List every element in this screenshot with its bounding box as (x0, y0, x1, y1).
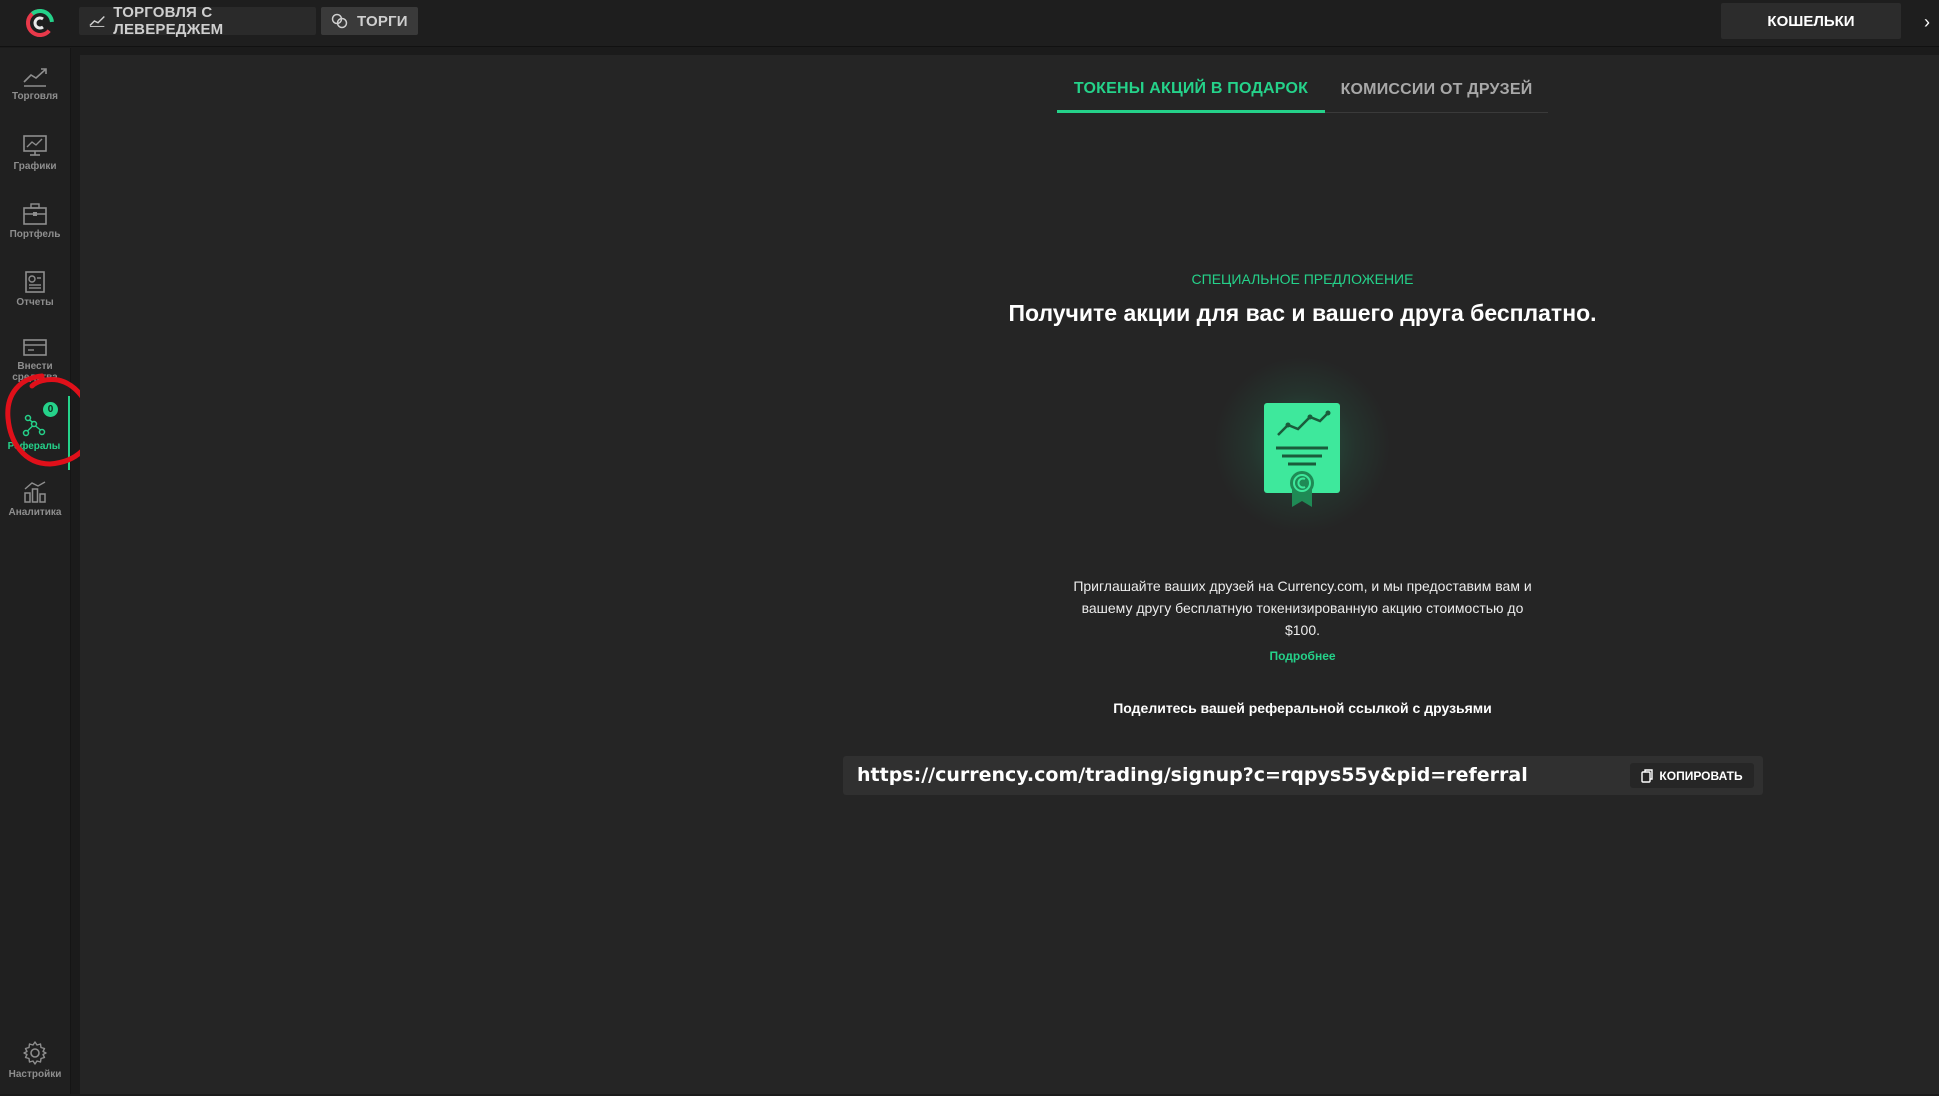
offer-description: Приглашайте ваших друзей на Currency.com… (1073, 578, 1532, 638)
wallets-button[interactable]: КОШЕЛЬКИ (1721, 3, 1901, 39)
learn-more-link[interactable]: Подробнее (1210, 649, 1395, 663)
charts-icon (23, 135, 47, 156)
sidebar-item-referrals[interactable]: 0 Рефералы (0, 396, 70, 470)
sidebar-item-label: Портфель (9, 229, 61, 240)
gear-icon (23, 1041, 47, 1065)
tab-trades[interactable]: ТОРГИ (321, 7, 418, 35)
tab-stock-tokens[interactable]: ТОКЕНЫ АКЦИЙ В ПОДАРОК (1057, 67, 1325, 113)
sidebar-item-label: Настройки (8, 1069, 62, 1080)
sidebar-item-charts[interactable]: Графики (0, 126, 70, 190)
sidebar-item-reports[interactable]: Отчеты (0, 262, 70, 326)
sidebar-item-label: Графики (13, 161, 57, 172)
sidebar-item-label: Рефералы (7, 441, 61, 452)
trend-line-icon (89, 15, 105, 27)
sidebar-item-trading[interactable]: Торговля (0, 58, 70, 122)
sidebar-item-label: Аналитика (8, 507, 62, 518)
certificate-illustration (1214, 357, 1390, 533)
sidebar-item-settings[interactable]: Настройки (0, 1032, 70, 1096)
sidebar-item-label: Внести средства (12, 361, 58, 383)
tab-friend-commissions[interactable]: КОМИССИИ ОТ ДРУЗЕЙ (1325, 67, 1548, 113)
currency-com-logo[interactable] (24, 7, 56, 39)
chevron-right-icon[interactable]: › (1917, 8, 1937, 36)
main-panel (80, 55, 1939, 1094)
top-bar: ТОРГОВЛЯ С ЛЕВЕРЕДЖЕМ ТОРГИ КОШЕЛЬКИ › (0, 0, 1939, 47)
sidebar-item-deposit[interactable]: Внести средства (0, 328, 70, 392)
copy-button-label: КОПИРОВАТЬ (1659, 768, 1743, 783)
special-offer-label: СПЕЦИАЛЬНОЕ ПРЕДЛОЖЕНИЕ (1191, 271, 1414, 287)
referral-count-badge: 0 (43, 402, 58, 417)
page-title: Получите акции для вас и вашего друга бе… (1008, 300, 1597, 326)
referral-link-field[interactable]: https://currency.com/trading/signup?c=rq… (843, 756, 1763, 795)
sidebar: Торговля Графики Портфель Отчеты Внести … (0, 48, 71, 1094)
sidebar-item-label: Отчеты (16, 297, 54, 308)
sidebar-item-analytics[interactable]: Аналитика (0, 472, 70, 536)
portfolio-icon (23, 203, 47, 225)
share-link-title: Поделитесь вашей реферальной ссылкой с д… (1113, 700, 1492, 716)
referral-tabs: ТОКЕНЫ АКЦИЙ В ПОДАРОК КОМИССИИ ОТ ДРУЗЕ… (1057, 67, 1548, 113)
sidebar-item-portfolio[interactable]: Портфель (0, 194, 70, 258)
analytics-icon (24, 481, 46, 503)
tab-leverage-trading[interactable]: ТОРГОВЛЯ С ЛЕВЕРЕДЖЕМ (79, 4, 316, 38)
referrals-icon (22, 414, 46, 437)
tab-leverage-label: ТОРГОВЛЯ С ЛЕВЕРЕДЖЕМ (113, 4, 224, 38)
coins-icon (331, 13, 348, 29)
referral-link-value[interactable]: https://currency.com/trading/signup?c=rq… (857, 756, 1528, 795)
deposit-icon (23, 339, 47, 356)
copy-icon (1641, 768, 1654, 783)
sidebar-item-label: Торговля (11, 91, 59, 102)
tab-trades-label: ТОРГИ (357, 12, 408, 30)
copy-button[interactable]: КОПИРОВАТЬ (1630, 763, 1754, 788)
reports-icon (25, 271, 45, 293)
trading-icon (23, 68, 47, 87)
